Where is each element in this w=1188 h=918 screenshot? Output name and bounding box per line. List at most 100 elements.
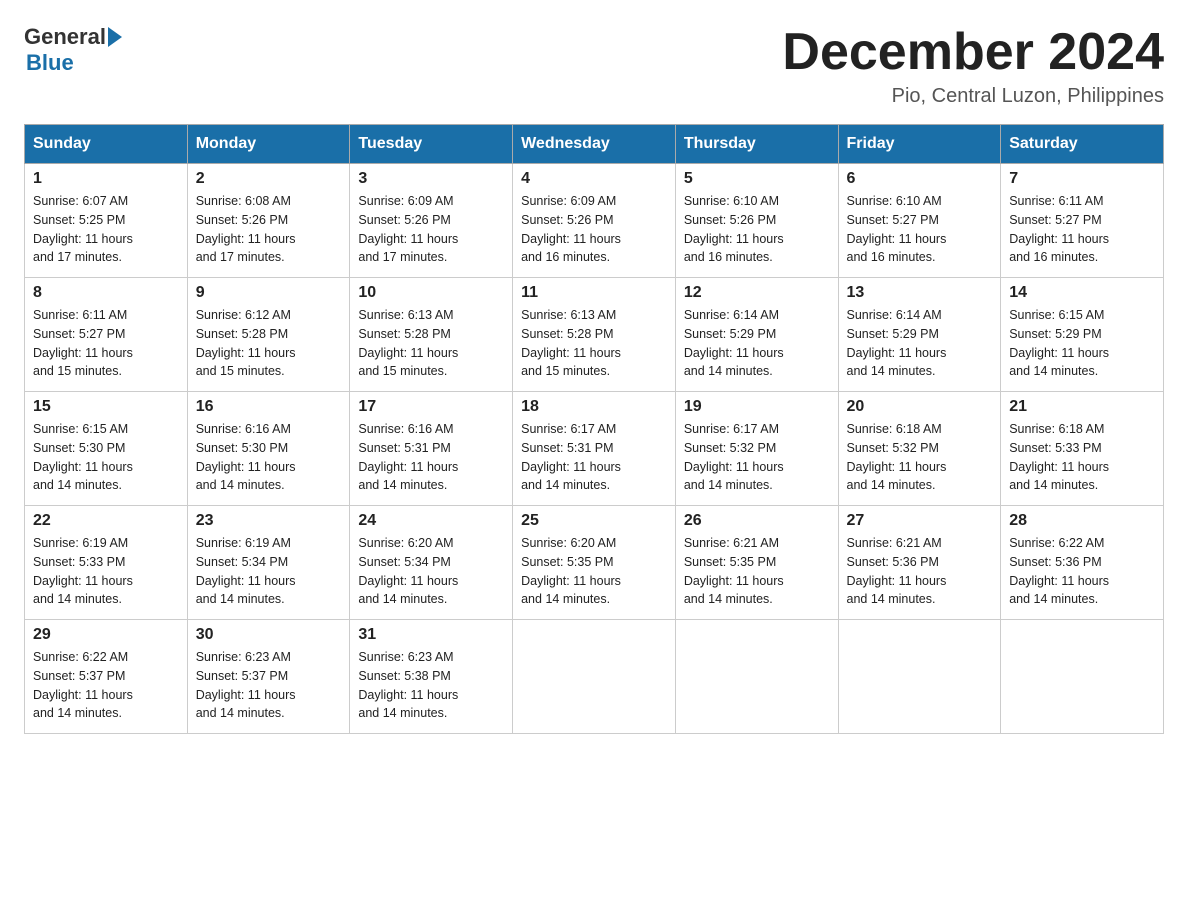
header-friday: Friday — [838, 125, 1001, 164]
day-info: Sunrise: 6:15 AMSunset: 5:29 PMDaylight:… — [1009, 306, 1155, 381]
day-info: Sunrise: 6:16 AMSunset: 5:30 PMDaylight:… — [196, 420, 342, 495]
calendar-cell: 22 Sunrise: 6:19 AMSunset: 5:33 PMDayligh… — [25, 506, 188, 620]
calendar-cell: 13 Sunrise: 6:14 AMSunset: 5:29 PMDayligh… — [838, 278, 1001, 392]
day-info: Sunrise: 6:17 AMSunset: 5:32 PMDaylight:… — [684, 420, 830, 495]
day-info: Sunrise: 6:12 AMSunset: 5:28 PMDaylight:… — [196, 306, 342, 381]
calendar-cell: 19 Sunrise: 6:17 AMSunset: 5:32 PMDayligh… — [675, 392, 838, 506]
day-info: Sunrise: 6:13 AMSunset: 5:28 PMDaylight:… — [358, 306, 504, 381]
day-info: Sunrise: 6:10 AMSunset: 5:26 PMDaylight:… — [684, 192, 830, 267]
day-info: Sunrise: 6:17 AMSunset: 5:31 PMDaylight:… — [521, 420, 667, 495]
day-number: 10 — [358, 284, 504, 302]
calendar-cell: 7Sunrise: 6:11 AMSunset: 5:27 PMDaylight… — [1001, 164, 1164, 278]
calendar-cell: 8 Sunrise: 6:11 AMSunset: 5:27 PMDaylight… — [25, 278, 188, 392]
calendar-cell: 3Sunrise: 6:09 AMSunset: 5:26 PMDaylight… — [350, 164, 513, 278]
calendar-cell: 27 Sunrise: 6:21 AMSunset: 5:36 PMDayligh… — [838, 506, 1001, 620]
calendar-cell — [838, 620, 1001, 734]
day-number: 15 — [33, 398, 179, 416]
calendar-cell: 29Sunrise: 6:22 AMSunset: 5:37 PMDayligh… — [25, 620, 188, 734]
day-info: Sunrise: 6:09 AMSunset: 5:26 PMDaylight:… — [521, 192, 667, 267]
day-info: Sunrise: 6:20 AMSunset: 5:34 PMDaylight:… — [358, 534, 504, 609]
location-subtitle: Pio, Central Luzon, Philippines — [782, 85, 1164, 108]
day-info: Sunrise: 6:15 AMSunset: 5:30 PMDaylight:… — [33, 420, 179, 495]
header-saturday: Saturday — [1001, 125, 1164, 164]
header-sunday: Sunday — [25, 125, 188, 164]
day-info: Sunrise: 6:21 AMSunset: 5:35 PMDaylight:… — [684, 534, 830, 609]
calendar-cell — [513, 620, 676, 734]
header-wednesday: Wednesday — [513, 125, 676, 164]
calendar-cell: 5 Sunrise: 6:10 AMSunset: 5:26 PMDaylight… — [675, 164, 838, 278]
day-number: 21 — [1009, 398, 1155, 416]
day-number: 17 — [358, 398, 504, 416]
calendar-cell: 31Sunrise: 6:23 AMSunset: 5:38 PMDayligh… — [350, 620, 513, 734]
calendar-cell: 30 Sunrise: 6:23 AMSunset: 5:37 PMDayligh… — [187, 620, 350, 734]
day-number: 20 — [847, 398, 993, 416]
day-info: Sunrise: 6:18 AMSunset: 5:32 PMDaylight:… — [847, 420, 993, 495]
day-info: Sunrise: 6:13 AMSunset: 5:28 PMDaylight:… — [521, 306, 667, 381]
calendar-cell: 17Sunrise: 6:16 AMSunset: 5:31 PMDayligh… — [350, 392, 513, 506]
calendar-cell: 1Sunrise: 6:07 AMSunset: 5:25 PMDaylight… — [25, 164, 188, 278]
day-info: Sunrise: 6:20 AMSunset: 5:35 PMDaylight:… — [521, 534, 667, 609]
day-number: 8 — [33, 284, 179, 302]
header-monday: Monday — [187, 125, 350, 164]
calendar-cell — [1001, 620, 1164, 734]
logo-general-text: General — [24, 24, 106, 50]
calendar-cell: 18 Sunrise: 6:17 AMSunset: 5:31 PMDayligh… — [513, 392, 676, 506]
week-row-3: 15 Sunrise: 6:15 AMSunset: 5:30 PMDayligh… — [25, 392, 1164, 506]
day-number: 18 — [521, 398, 667, 416]
day-info: Sunrise: 6:22 AMSunset: 5:36 PMDaylight:… — [1009, 534, 1155, 609]
logo: General Blue — [24, 24, 122, 76]
calendar-cell: 14 Sunrise: 6:15 AMSunset: 5:29 PMDayligh… — [1001, 278, 1164, 392]
day-number: 22 — [33, 512, 179, 530]
day-number: 30 — [196, 626, 342, 644]
day-number: 5 — [684, 170, 830, 188]
calendar-cell: 6 Sunrise: 6:10 AMSunset: 5:27 PMDaylight… — [838, 164, 1001, 278]
month-title: December 2024 — [782, 24, 1164, 81]
day-number: 28 — [1009, 512, 1155, 530]
calendar-cell: 15 Sunrise: 6:15 AMSunset: 5:30 PMDayligh… — [25, 392, 188, 506]
day-number: 25 — [521, 512, 667, 530]
day-number: 9 — [196, 284, 342, 302]
day-number: 24 — [358, 512, 504, 530]
calendar-cell: 16Sunrise: 6:16 AMSunset: 5:30 PMDayligh… — [187, 392, 350, 506]
day-number: 23 — [196, 512, 342, 530]
week-row-5: 29Sunrise: 6:22 AMSunset: 5:37 PMDayligh… — [25, 620, 1164, 734]
week-row-4: 22 Sunrise: 6:19 AMSunset: 5:33 PMDayligh… — [25, 506, 1164, 620]
day-info: Sunrise: 6:10 AMSunset: 5:27 PMDaylight:… — [847, 192, 993, 267]
day-info: Sunrise: 6:23 AMSunset: 5:38 PMDaylight:… — [358, 648, 504, 723]
day-number: 13 — [847, 284, 993, 302]
calendar-cell: 12 Sunrise: 6:14 AMSunset: 5:29 PMDayligh… — [675, 278, 838, 392]
header-thursday: Thursday — [675, 125, 838, 164]
header-tuesday: Tuesday — [350, 125, 513, 164]
day-info: Sunrise: 6:19 AMSunset: 5:33 PMDaylight:… — [33, 534, 179, 609]
calendar-cell: 25 Sunrise: 6:20 AMSunset: 5:35 PMDayligh… — [513, 506, 676, 620]
day-number: 6 — [847, 170, 993, 188]
day-number: 19 — [684, 398, 830, 416]
week-row-1: 1Sunrise: 6:07 AMSunset: 5:25 PMDaylight… — [25, 164, 1164, 278]
day-number: 12 — [684, 284, 830, 302]
title-block: December 2024 Pio, Central Luzon, Philip… — [782, 24, 1164, 108]
calendar-cell: 28 Sunrise: 6:22 AMSunset: 5:36 PMDayligh… — [1001, 506, 1164, 620]
calendar-cell: 2Sunrise: 6:08 AMSunset: 5:26 PMDaylight… — [187, 164, 350, 278]
calendar-cell: 20 Sunrise: 6:18 AMSunset: 5:32 PMDayligh… — [838, 392, 1001, 506]
calendar-cell — [675, 620, 838, 734]
day-number: 11 — [521, 284, 667, 302]
day-info: Sunrise: 6:14 AMSunset: 5:29 PMDaylight:… — [684, 306, 830, 381]
week-row-2: 8 Sunrise: 6:11 AMSunset: 5:27 PMDaylight… — [25, 278, 1164, 392]
day-info: Sunrise: 6:14 AMSunset: 5:29 PMDaylight:… — [847, 306, 993, 381]
calendar-table: SundayMondayTuesdayWednesdayThursdayFrid… — [24, 124, 1164, 734]
day-number: 2 — [196, 170, 342, 188]
day-info: Sunrise: 6:09 AMSunset: 5:26 PMDaylight:… — [358, 192, 504, 267]
logo-arrow-icon — [108, 27, 122, 47]
day-info: Sunrise: 6:23 AMSunset: 5:37 PMDaylight:… — [196, 648, 342, 723]
day-number: 7 — [1009, 170, 1155, 188]
day-info: Sunrise: 6:22 AMSunset: 5:37 PMDaylight:… — [33, 648, 179, 723]
calendar-cell: 9 Sunrise: 6:12 AMSunset: 5:28 PMDaylight… — [187, 278, 350, 392]
calendar-cell: 24 Sunrise: 6:20 AMSunset: 5:34 PMDayligh… — [350, 506, 513, 620]
day-number: 27 — [847, 512, 993, 530]
day-number: 14 — [1009, 284, 1155, 302]
day-info: Sunrise: 6:21 AMSunset: 5:36 PMDaylight:… — [847, 534, 993, 609]
day-info: Sunrise: 6:11 AMSunset: 5:27 PMDaylight:… — [33, 306, 179, 381]
calendar-cell: 11 Sunrise: 6:13 AMSunset: 5:28 PMDayligh… — [513, 278, 676, 392]
day-info: Sunrise: 6:07 AMSunset: 5:25 PMDaylight:… — [33, 192, 179, 267]
day-number: 4 — [521, 170, 667, 188]
